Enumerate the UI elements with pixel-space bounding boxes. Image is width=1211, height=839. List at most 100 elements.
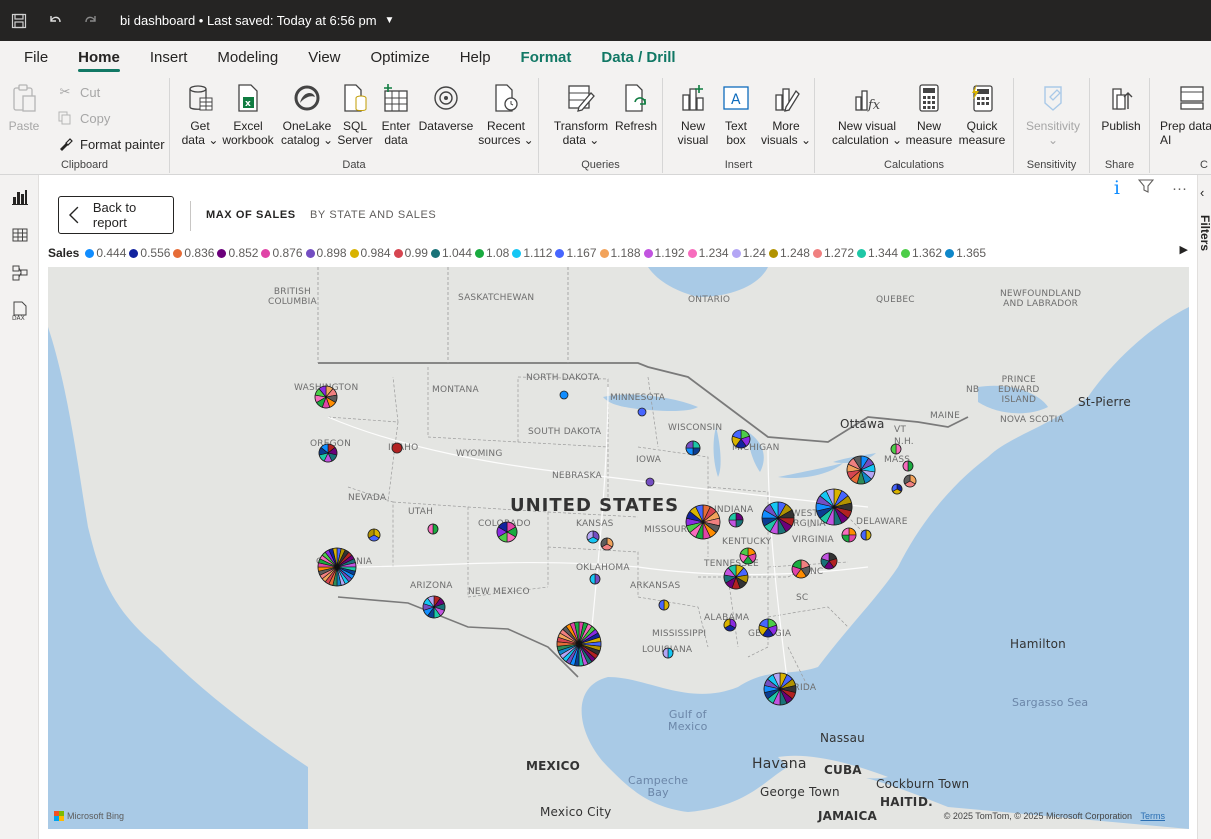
sensitivity-button[interactable]: Sensitivity ⌄ bbox=[1022, 82, 1084, 147]
onelake-catalog-button[interactable]: OneLake catalog ⌄ bbox=[278, 82, 336, 147]
tab-max-of-sales[interactable]: MAX OF SALES bbox=[206, 209, 296, 221]
pie-marker[interactable] bbox=[739, 547, 757, 565]
legend-item[interactable]: 1.234 bbox=[687, 246, 729, 260]
legend-item[interactable]: 1.248 bbox=[768, 246, 810, 260]
new-visual-calculation-button[interactable]: fx New visual calculation ⌄ bbox=[829, 82, 905, 147]
recent-sources-button[interactable]: Recent sources ⌄ bbox=[476, 82, 536, 147]
format-painter-button[interactable]: Format painter bbox=[56, 136, 165, 152]
dax-query-icon[interactable]: DAX bbox=[0, 295, 39, 327]
pie-marker[interactable] bbox=[662, 647, 674, 659]
legend-item[interactable]: 0.556 bbox=[129, 246, 170, 260]
publish-button[interactable]: Publish bbox=[1096, 82, 1146, 133]
pie-marker[interactable] bbox=[758, 618, 778, 638]
pie-marker[interactable] bbox=[820, 552, 838, 570]
legend-item[interactable]: 1.167 bbox=[555, 246, 597, 260]
enter-data-button[interactable]: Enter data bbox=[376, 82, 416, 147]
tab-modeling[interactable]: Modeling bbox=[217, 43, 278, 72]
get-data-button[interactable]: Get data ⌄ bbox=[178, 82, 222, 147]
legend-item[interactable]: 1.344 bbox=[857, 246, 898, 260]
new-visual-button[interactable]: New visual bbox=[673, 82, 713, 147]
pie-marker[interactable] bbox=[645, 477, 655, 487]
chevron-left-icon[interactable]: ‹ bbox=[1200, 185, 1204, 200]
legend-item[interactable]: 0.444 bbox=[85, 246, 126, 260]
pie-marker[interactable] bbox=[559, 390, 569, 400]
refresh-button[interactable]: Refresh bbox=[611, 82, 661, 133]
pie-marker[interactable] bbox=[658, 599, 670, 611]
text-box-button[interactable]: A Text box bbox=[715, 82, 757, 147]
undo-icon[interactable] bbox=[44, 10, 66, 32]
legend-item[interactable]: 1.112 bbox=[512, 246, 552, 260]
legend-item[interactable]: 1.192 bbox=[643, 246, 685, 260]
pie-marker[interactable] bbox=[496, 521, 518, 543]
legend-item[interactable]: 1.272 bbox=[812, 246, 854, 260]
legend-item[interactable]: 1.362 bbox=[901, 246, 942, 260]
legend-item[interactable]: 1.188 bbox=[599, 246, 641, 260]
model-view-icon[interactable] bbox=[0, 257, 39, 289]
tab-data-drill[interactable]: Data / Drill bbox=[601, 43, 675, 72]
prep-data-ai-button[interactable]: Prep data AI bbox=[1160, 82, 1211, 147]
quick-measure-button[interactable]: Quick measure bbox=[953, 82, 1011, 147]
pie-marker[interactable] bbox=[815, 488, 853, 526]
pie-marker[interactable] bbox=[637, 407, 647, 417]
legend-item[interactable]: 1.044 bbox=[430, 246, 472, 260]
pie-marker[interactable] bbox=[317, 547, 357, 587]
pie-marker[interactable] bbox=[600, 537, 614, 551]
legend-item[interactable]: 0.898 bbox=[305, 246, 347, 260]
pie-marker[interactable] bbox=[763, 672, 797, 706]
save-icon[interactable] bbox=[8, 10, 30, 32]
pie-marker[interactable] bbox=[728, 512, 744, 528]
pie-marker[interactable] bbox=[685, 504, 721, 540]
excel-workbook-button[interactable]: x Excel workbook bbox=[220, 82, 276, 147]
pie-marker[interactable] bbox=[761, 501, 795, 535]
pie-marker[interactable] bbox=[589, 573, 601, 585]
pie-marker[interactable] bbox=[422, 595, 446, 619]
tab-optimize[interactable]: Optimize bbox=[371, 43, 430, 72]
tab-home[interactable]: Home bbox=[78, 43, 120, 72]
pie-marker[interactable] bbox=[791, 559, 811, 579]
terms-link[interactable]: Terms bbox=[1141, 811, 1166, 821]
copy-button[interactable]: Copy bbox=[56, 110, 110, 126]
pie-marker[interactable] bbox=[723, 564, 749, 590]
pie-marker[interactable] bbox=[731, 429, 751, 449]
pie-marker[interactable] bbox=[902, 460, 914, 472]
more-visuals-button[interactable]: More visuals ⌄ bbox=[759, 82, 813, 147]
filters-pane-collapsed[interactable]: ‹ Filters bbox=[1197, 175, 1211, 839]
dataverse-button[interactable]: Dataverse bbox=[416, 82, 476, 133]
map-visual[interactable]: BRITISH COLUMBIA SASKATCHEWAN ONTARIO QU… bbox=[48, 267, 1189, 829]
tab-insert[interactable]: Insert bbox=[150, 43, 188, 72]
pie-marker[interactable] bbox=[860, 529, 872, 541]
pie-marker[interactable] bbox=[586, 530, 600, 544]
paste-button[interactable]: Paste bbox=[6, 82, 42, 133]
pie-marker[interactable] bbox=[427, 523, 439, 535]
pie-marker[interactable] bbox=[841, 527, 857, 543]
legend-item[interactable]: 0.876 bbox=[261, 246, 303, 260]
redo-icon[interactable] bbox=[80, 10, 102, 32]
report-view-icon[interactable] bbox=[0, 181, 39, 213]
cut-button[interactable]: ✂ Cut bbox=[56, 84, 101, 100]
filter-icon[interactable] bbox=[1137, 178, 1155, 198]
sql-server-button[interactable]: SQL Server bbox=[336, 82, 374, 147]
legend-item[interactable]: 1.08 bbox=[474, 246, 509, 260]
tab-help[interactable]: Help bbox=[460, 43, 491, 72]
legend-item[interactable]: 0.852 bbox=[217, 246, 258, 260]
document-title[interactable]: bi dashboard • Last saved: Today at 6:56… bbox=[120, 13, 377, 28]
pie-marker[interactable] bbox=[367, 528, 381, 542]
transform-data-button[interactable]: Transform data ⌄ bbox=[551, 82, 611, 147]
chevron-down-icon[interactable]: ▼ bbox=[385, 15, 395, 26]
pie-marker[interactable] bbox=[903, 474, 917, 488]
pie-marker[interactable] bbox=[890, 443, 902, 455]
pie-marker[interactable] bbox=[723, 618, 737, 632]
pie-marker[interactable] bbox=[685, 440, 701, 456]
more-options-icon[interactable]: ··· bbox=[1172, 180, 1187, 197]
back-to-report-button[interactable]: Back to report bbox=[58, 196, 174, 234]
legend-next-icon[interactable]: ▶ bbox=[1180, 243, 1188, 256]
legend-item[interactable]: 0.984 bbox=[349, 246, 391, 260]
legend-item[interactable]: 0.99 bbox=[393, 246, 428, 260]
tab-format[interactable]: Format bbox=[521, 43, 572, 72]
pie-marker[interactable] bbox=[314, 385, 338, 409]
pie-marker[interactable] bbox=[391, 442, 403, 454]
pie-marker[interactable] bbox=[891, 483, 903, 495]
pie-marker[interactable] bbox=[318, 443, 338, 463]
table-view-icon[interactable] bbox=[0, 219, 39, 251]
info-icon[interactable]: i bbox=[1114, 177, 1120, 199]
